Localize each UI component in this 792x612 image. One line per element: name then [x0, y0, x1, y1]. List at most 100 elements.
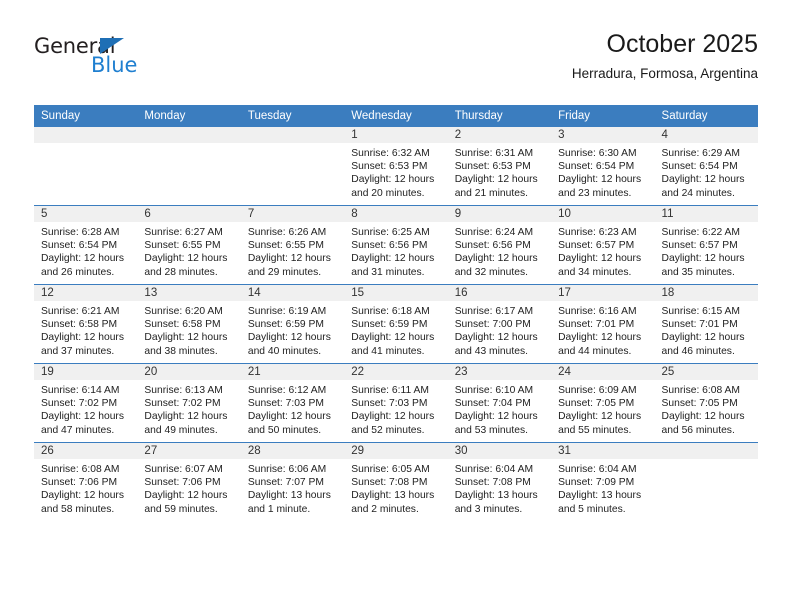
weekday-header-tuesday: Tuesday [240, 105, 345, 127]
day-cell[interactable]: 14 Sunrise: 6:19 AM Sunset: 6:59 PM Dayl… [240, 284, 345, 364]
day-cell[interactable]: 31 Sunrise: 6:04 AM Sunset: 7:09 PM Dayl… [551, 442, 655, 521]
daylight-text-line1: Daylight: 12 hours [41, 411, 124, 423]
general-blue-logo[interactable]: General Blue [34, 34, 234, 90]
day-cell[interactable]: 13 Sunrise: 6:20 AM Sunset: 6:58 PM Dayl… [137, 284, 241, 364]
weekday-header-row: Sunday Monday Tuesday Wednesday Thursday… [34, 105, 758, 127]
calendar-header-row: Sunday Monday Tuesday Wednesday Thursday… [34, 105, 758, 127]
day-number: 17 [551, 285, 655, 301]
day-details: Sunrise: 6:31 AM Sunset: 6:53 PM Dayligh… [448, 143, 551, 200]
sunrise-text: Sunrise: 6:17 AM [454, 306, 534, 317]
weekday-header-saturday: Saturday [654, 105, 758, 127]
sunset-text: Sunset: 7:05 PM [661, 398, 738, 410]
day-cell[interactable]: 26 Sunrise: 6:08 AM Sunset: 7:06 PM Dayl… [34, 442, 138, 521]
day-cell[interactable]: 15 Sunrise: 6:18 AM Sunset: 6:59 PM Dayl… [344, 284, 448, 364]
day-details: Sunrise: 6:15 AM Sunset: 7:01 PM Dayligh… [655, 301, 758, 358]
day-details: Sunrise: 6:11 AM Sunset: 7:03 PM Dayligh… [344, 380, 447, 437]
day-cell[interactable]: 2 Sunrise: 6:31 AM Sunset: 6:53 PM Dayli… [447, 127, 552, 206]
sunrise-text: Sunrise: 6:27 AM [144, 227, 223, 238]
day-number: 25 [654, 364, 758, 380]
sunset-text: Sunset: 7:03 PM [247, 398, 324, 410]
day-details: Sunrise: 6:27 AM Sunset: 6:55 PM Dayligh… [137, 222, 240, 279]
day-number: 15 [344, 285, 448, 301]
day-cell[interactable]: 5 Sunrise: 6:28 AM Sunset: 6:54 PM Dayli… [34, 205, 138, 285]
daylight-text-line1: Daylight: 12 hours [41, 332, 124, 344]
sunset-text: Sunset: 7:02 PM [144, 398, 221, 410]
daylight-text-line1: Daylight: 13 hours [247, 490, 331, 502]
sunrise-text: Sunrise: 6:18 AM [351, 306, 430, 317]
day-cell[interactable]: 9 Sunrise: 6:24 AM Sunset: 6:56 PM Dayli… [447, 205, 552, 285]
day-number: 12 [34, 285, 138, 301]
sunset-text: Sunset: 7:09 PM [558, 477, 635, 489]
sunrise-text: Sunrise: 6:10 AM [454, 385, 534, 396]
day-number: 27 [137, 443, 241, 459]
day-cell[interactable]: 1 Sunrise: 6:32 AM Sunset: 6:53 PM Dayli… [344, 127, 448, 206]
day-cell[interactable]: 29 Sunrise: 6:05 AM Sunset: 7:08 PM Dayl… [344, 442, 448, 521]
sunset-text: Sunset: 6:53 PM [351, 161, 428, 173]
day-cell[interactable]: 3 Sunrise: 6:30 AM Sunset: 6:54 PM Dayli… [551, 127, 655, 206]
sunrise-text: Sunrise: 6:23 AM [558, 227, 637, 238]
daylight-text-line1: Daylight: 12 hours [247, 411, 331, 423]
day-cell[interactable]: 18 Sunrise: 6:15 AM Sunset: 7:01 PM Dayl… [654, 284, 758, 364]
day-number: 13 [137, 285, 241, 301]
day-cell[interactable]: 11 Sunrise: 6:22 AM Sunset: 6:57 PM Dayl… [654, 205, 758, 285]
day-cell[interactable]: 27 Sunrise: 6:07 AM Sunset: 7:06 PM Dayl… [137, 442, 241, 521]
day-cell[interactable]: 20 Sunrise: 6:13 AM Sunset: 7:02 PM Dayl… [137, 363, 241, 443]
day-cell[interactable]: 22 Sunrise: 6:11 AM Sunset: 7:03 PM Dayl… [344, 363, 448, 443]
day-cell[interactable]: 24 Sunrise: 6:09 AM Sunset: 7:05 PM Dayl… [551, 363, 655, 443]
logo-triangle-icon [100, 38, 124, 54]
sunset-text: Sunset: 7:04 PM [454, 398, 531, 410]
daylight-text-line1: Daylight: 12 hours [351, 332, 435, 344]
day-cell[interactable]: 25 Sunrise: 6:08 AM Sunset: 7:05 PM Dayl… [654, 363, 758, 443]
daylight-text-line1: Daylight: 12 hours [454, 253, 538, 265]
title-block: October 2025 Herradura, Formosa, Argenti… [572, 28, 758, 84]
day-cell[interactable]: 17 Sunrise: 6:16 AM Sunset: 7:01 PM Dayl… [551, 284, 655, 364]
daylight-text-line1: Daylight: 12 hours [558, 332, 642, 344]
daylight-text-line2: and 23 minutes. [558, 187, 632, 199]
day-details [241, 143, 344, 147]
day-cell[interactable]: 21 Sunrise: 6:12 AM Sunset: 7:03 PM Dayl… [240, 363, 345, 443]
sunset-text: Sunset: 7:03 PM [351, 398, 428, 410]
daylight-text-line1: Daylight: 12 hours [41, 490, 124, 502]
day-cell[interactable]: 30 Sunrise: 6:04 AM Sunset: 7:08 PM Dayl… [447, 442, 552, 521]
day-number: 3 [551, 127, 655, 143]
day-cell[interactable]: 6 Sunrise: 6:27 AM Sunset: 6:55 PM Dayli… [137, 205, 241, 285]
daylight-text-line1: Daylight: 12 hours [351, 174, 435, 186]
daylight-text-line2: and 41 minutes. [351, 345, 425, 357]
day-cell[interactable]: 4 Sunrise: 6:29 AM Sunset: 6:54 PM Dayli… [654, 127, 758, 206]
day-cell[interactable]: 7 Sunrise: 6:26 AM Sunset: 6:55 PM Dayli… [240, 205, 345, 285]
sunset-text: Sunset: 7:08 PM [454, 477, 531, 489]
sunset-text: Sunset: 6:57 PM [558, 240, 635, 252]
day-cell[interactable]: 28 Sunrise: 6:06 AM Sunset: 7:07 PM Dayl… [240, 442, 345, 521]
day-cell-empty [654, 442, 758, 521]
day-cell[interactable]: 10 Sunrise: 6:23 AM Sunset: 6:57 PM Dayl… [551, 205, 655, 285]
day-cell[interactable]: 16 Sunrise: 6:17 AM Sunset: 7:00 PM Dayl… [447, 284, 552, 364]
sunrise-text: Sunrise: 6:26 AM [247, 227, 327, 238]
daylight-text-line2: and 2 minutes. [351, 503, 419, 515]
daylight-text-line1: Daylight: 12 hours [661, 332, 745, 344]
daylight-text-line1: Daylight: 13 hours [351, 490, 435, 502]
day-cell[interactable]: 19 Sunrise: 6:14 AM Sunset: 7:02 PM Dayl… [34, 363, 138, 443]
day-number: 26 [34, 443, 138, 459]
sunrise-text: Sunrise: 6:24 AM [454, 227, 534, 238]
day-cell[interactable]: 23 Sunrise: 6:10 AM Sunset: 7:04 PM Dayl… [447, 363, 552, 443]
day-details: Sunrise: 6:12 AM Sunset: 7:03 PM Dayligh… [241, 380, 344, 437]
daylight-text-line2: and 32 minutes. [454, 266, 528, 278]
daylight-text-line2: and 55 minutes. [558, 424, 632, 436]
sunrise-text: Sunrise: 6:21 AM [41, 306, 120, 317]
weekday-header-thursday: Thursday [447, 105, 552, 127]
day-details: Sunrise: 6:28 AM Sunset: 6:54 PM Dayligh… [34, 222, 137, 279]
daylight-text-line2: and 37 minutes. [41, 345, 115, 357]
sunrise-text: Sunrise: 6:19 AM [247, 306, 327, 317]
day-cell[interactable]: 12 Sunrise: 6:21 AM Sunset: 6:58 PM Dayl… [34, 284, 138, 364]
day-number: 11 [654, 206, 758, 222]
sunset-text: Sunset: 6:53 PM [454, 161, 531, 173]
daylight-text-line2: and 3 minutes. [454, 503, 523, 515]
calendar-page: General Blue October 2025 Herradura, For… [0, 0, 792, 612]
day-details: Sunrise: 6:18 AM Sunset: 6:59 PM Dayligh… [344, 301, 447, 358]
day-number: 28 [240, 443, 345, 459]
sunrise-text: Sunrise: 6:15 AM [661, 306, 740, 317]
day-details: Sunrise: 6:30 AM Sunset: 6:54 PM Dayligh… [551, 143, 654, 200]
weekday-header-friday: Friday [551, 105, 655, 127]
day-cell[interactable]: 8 Sunrise: 6:25 AM Sunset: 6:56 PM Dayli… [344, 205, 448, 285]
daylight-text-line1: Daylight: 12 hours [558, 253, 642, 265]
